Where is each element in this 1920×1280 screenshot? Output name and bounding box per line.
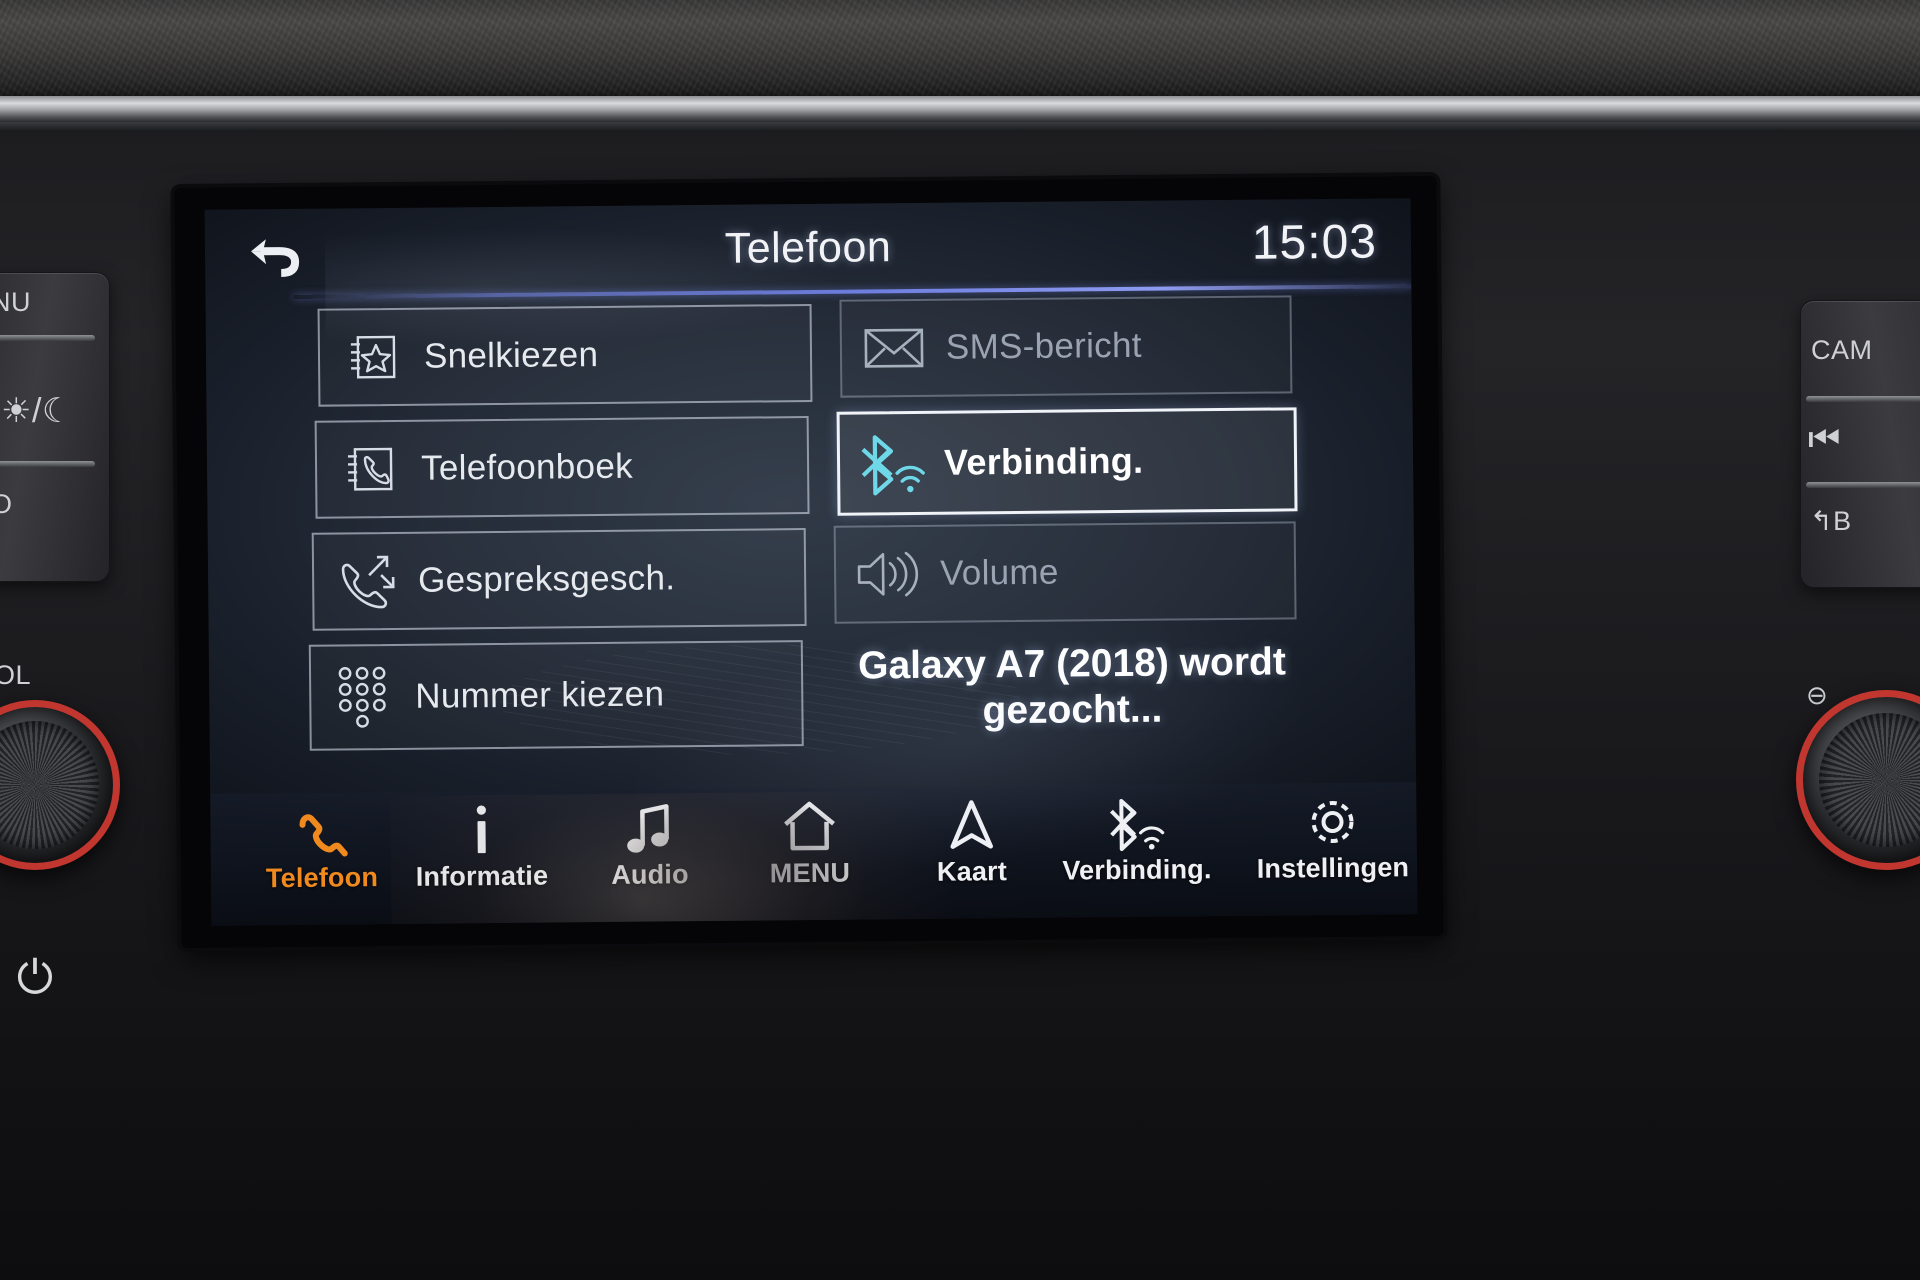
menu-label-verbinding: Verbinding.	[943, 439, 1144, 483]
nav-label-verbinding: Verbinding.	[1062, 854, 1212, 886]
envelope-icon	[842, 325, 946, 372]
nav-item-audio[interactable]: Audio	[574, 797, 725, 918]
menu-label-gespreksgeschiedenis: Gespreksgesch.	[417, 558, 676, 600]
music-note-icon	[624, 797, 675, 859]
zoom-out-icon[interactable]: ⊖	[1806, 680, 1828, 711]
hw-divider	[0, 461, 95, 467]
nav-label-instellingen: Instellingen	[1256, 852, 1410, 884]
nav-label-menu: MENU	[769, 857, 851, 889]
menu-label-volume: Volume	[939, 552, 1059, 593]
speaker-icon	[836, 549, 940, 600]
bluetooth-wifi-icon	[840, 431, 945, 496]
page-title: Telefoon	[724, 223, 892, 273]
hw-camera-label[interactable]: CAM	[1811, 335, 1873, 366]
menu-button-nummer-kiezen[interactable]: Nummer kiezen	[308, 640, 804, 751]
nav-label-kaart: Kaart	[936, 856, 1008, 887]
info-icon	[466, 799, 497, 861]
clock-display: 15:03	[1251, 215, 1378, 270]
phone-handset-icon	[294, 800, 349, 863]
menu-label-telefoonboek: Telefoonboek	[420, 446, 634, 488]
hw-back-label[interactable]: ↰B	[1810, 506, 1852, 537]
menu-button-snelkiezen[interactable]: Snelkiezen	[317, 303, 813, 407]
menu-button-gespreksgeschiedenis[interactable]: Gespreksgesch.	[311, 528, 807, 631]
dashboard-chrome-strip	[0, 96, 1920, 122]
menu-button-verbinding[interactable]: Verbinding.	[836, 407, 1298, 516]
power-icon[interactable]: ⏻	[8, 950, 62, 1004]
nav-item-informatie[interactable]: Informatie	[406, 798, 557, 919]
nav-label-informatie: Informatie	[415, 860, 549, 892]
screen-header: Telefoon 15:03	[205, 198, 1412, 294]
infotainment-screen-bezel: Telefoon 15:03 Snelkiezen Telefoonboek G…	[174, 175, 1444, 949]
right-knob-grip	[1819, 713, 1920, 847]
sun-moon-icon[interactable]: ☀/☾	[1, 391, 73, 431]
gear-icon	[1304, 791, 1361, 854]
nav-label-telefoon: Telefoon	[265, 862, 379, 894]
car-dashboard: NU ☀/☾ O OL ⏻ CAM ⏮ ↰B ⊖ Telefoon 15:03 …	[0, 0, 1920, 1280]
menu-label-snelkiezen: Snelkiezen	[423, 335, 599, 376]
menu-button-volume[interactable]: Volume	[833, 521, 1297, 624]
menu-label-sms-bericht: SMS-bericht	[945, 325, 1142, 367]
left-knob-grip	[0, 721, 99, 849]
navigation-arrow-icon	[948, 794, 995, 856]
menu-button-sms-bericht[interactable]: SMS-bericht	[839, 295, 1293, 398]
menu-label-nummer-kiezen: Nummer kiezen	[415, 674, 665, 716]
hw-divider	[1806, 482, 1920, 488]
nav-label-audio: Audio	[611, 859, 689, 890]
left-hardware-panel: NU ☀/☾ O	[0, 272, 110, 582]
hw-divider	[1806, 396, 1920, 402]
nav-item-telefoon[interactable]: Telefoon	[246, 800, 397, 921]
hw-display-label[interactable]: O	[0, 489, 13, 520]
call-history-icon	[314, 553, 419, 610]
dashboard-leather-trim	[0, 0, 1920, 98]
hw-menu-label[interactable]: NU	[0, 287, 31, 318]
nav-item-kaart[interactable]: Kaart	[896, 794, 1047, 915]
connection-status-message: Galaxy A7 (2018) wordt gezocht...	[857, 640, 1287, 733]
bottom-navigation-bar: Telefoon Informatie Audio MENU Kaart Ver…	[210, 782, 1418, 926]
phone-menu-grid: Snelkiezen Telefoonboek Gespreksgesch. N…	[206, 294, 1417, 786]
phonebook-icon	[317, 441, 422, 498]
dialpad-icon	[311, 665, 416, 730]
menu-button-telefoonboek[interactable]: Telefoonboek	[314, 415, 810, 519]
infotainment-screen: Telefoon 15:03 Snelkiezen Telefoonboek G…	[204, 198, 1418, 926]
hw-volume-label: OL	[0, 660, 32, 690]
home-icon	[781, 796, 838, 859]
nav-item-instellingen[interactable]: Instellingen	[1232, 790, 1417, 912]
previous-track-icon[interactable]: ⏮	[1808, 418, 1841, 461]
nav-item-menu[interactable]: MENU	[734, 795, 885, 916]
bluetooth-wifi-icon	[1103, 793, 1170, 856]
hw-divider	[0, 335, 95, 341]
nav-item-verbinding[interactable]: Verbinding.	[1036, 792, 1237, 914]
dashboard-chrome-strip-lower	[0, 122, 1920, 132]
speed-dial-star-icon	[320, 329, 425, 386]
